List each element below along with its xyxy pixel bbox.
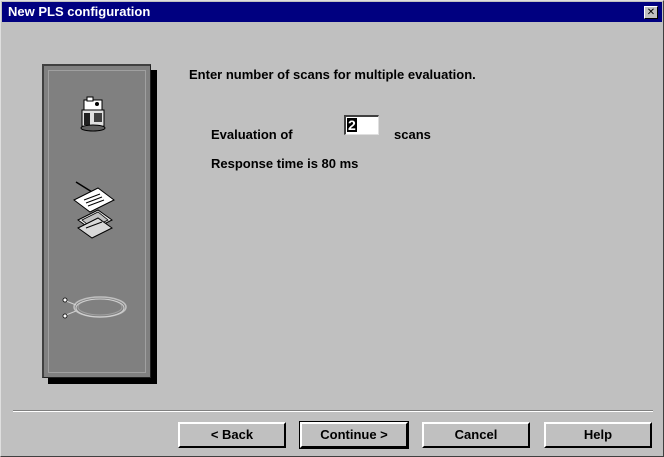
title-bar[interactable]: New PLS configuration ✕ — [2, 2, 662, 22]
documents-stack-icon — [73, 181, 115, 239]
wizard-side-panel — [42, 64, 151, 378]
dialog-window: New PLS configuration ✕ Enter number of … — [0, 0, 664, 457]
instruction-text: Enter number of scans for multiple evalu… — [189, 67, 476, 82]
cable-coil-icon — [62, 296, 127, 319]
back-button[interactable]: < Back — [178, 422, 286, 448]
help-button[interactable]: Help — [544, 422, 652, 448]
button-separator — [13, 410, 653, 412]
continue-button[interactable]: Continue > — [299, 421, 409, 449]
close-button[interactable]: ✕ — [644, 6, 658, 19]
response-time-text: Response time is 80 ms — [211, 156, 359, 171]
scanner-device-icon — [80, 96, 106, 132]
close-icon: ✕ — [646, 7, 656, 18]
cancel-button[interactable]: Cancel — [422, 422, 530, 448]
scans-unit-label: scans — [394, 127, 431, 142]
evaluation-label: Evaluation of — [211, 127, 293, 142]
window-title: New PLS configuration — [8, 4, 151, 19]
scan-count-value[interactable]: 2 — [347, 118, 357, 132]
